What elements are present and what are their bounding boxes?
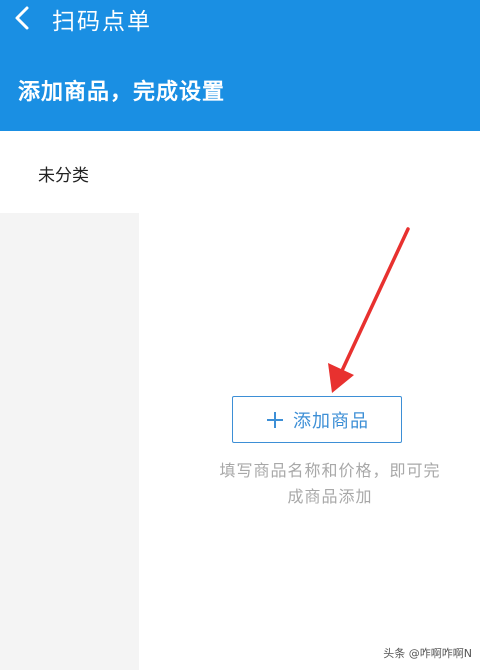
page-heading: 添加商品，完成设置: [18, 80, 226, 105]
add-product-button[interactable]: 添加商品: [232, 396, 402, 443]
watermark: 头条 @咋啊咋啊N: [383, 647, 472, 660]
app-header: 扫码点单 添加商品，完成设置: [0, 0, 480, 131]
nav-bar: 扫码点单: [0, 0, 480, 40]
red-arrow-annotation: [328, 227, 410, 393]
chevron-left-icon[interactable]: [10, 4, 34, 32]
add-product-label: 添加商品: [293, 410, 369, 432]
empty-state-hint: 填写商品名称和价格，即可完 成商品添加: [180, 458, 480, 510]
hint-line-2: 成商品添加: [287, 487, 373, 506]
nav-title: 扫码点单: [52, 9, 152, 35]
sidebar-item-label: 未分类: [38, 166, 89, 186]
hint-line-1: 填写商品名称和价格，即可完: [219, 461, 441, 480]
plus-icon: [267, 411, 283, 428]
category-sidebar: [0, 213, 139, 670]
sidebar-item-uncategorized[interactable]: 未分类: [0, 131, 139, 213]
